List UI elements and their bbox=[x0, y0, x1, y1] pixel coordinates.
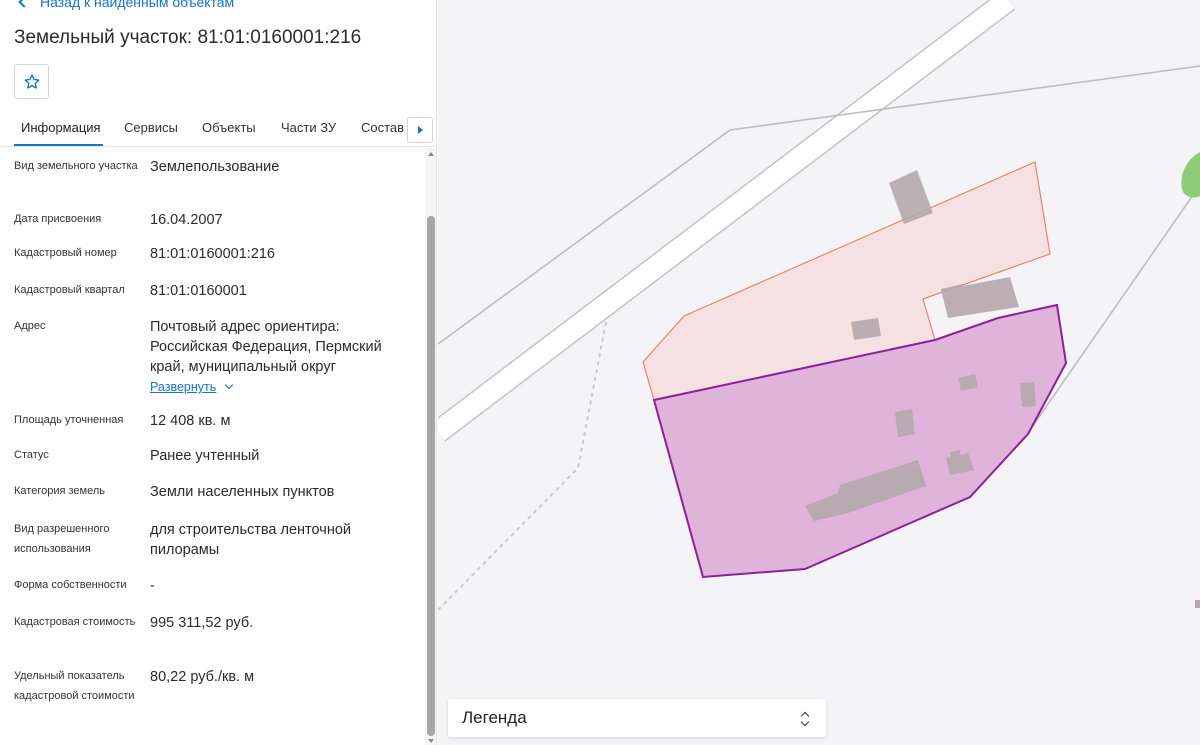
chevron-down-icon bbox=[225, 380, 234, 390]
active-tab-indicator bbox=[14, 144, 103, 146]
tab-information[interactable]: Информация bbox=[21, 120, 101, 135]
scrollbar-thumb[interactable] bbox=[427, 216, 435, 736]
field-label: Форма собственности bbox=[14, 579, 127, 591]
field-value: 12 408 кв. м bbox=[150, 413, 231, 429]
info-scrollbar[interactable] bbox=[425, 148, 436, 745]
field-label: Дата присвоения bbox=[14, 213, 102, 225]
page-title: Земельный участок: 81:01:0160001:216 bbox=[14, 27, 362, 48]
field-value: 81:01:0160001 bbox=[150, 283, 247, 299]
field-label: Кадастровый квартал bbox=[14, 284, 125, 296]
tab-bar: Информация Сервисы Объекты Части ЗУ Сост… bbox=[0, 112, 436, 147]
scroll-down-icon[interactable] bbox=[428, 739, 434, 743]
field-value: для строительства ленточной пилорамы bbox=[150, 522, 352, 558]
field-label: Адрес bbox=[14, 320, 46, 332]
field-value: Почтовый адрес ориентира: Российская Фед… bbox=[150, 317, 415, 397]
field-value: 80,22 руб./кв. м bbox=[150, 669, 255, 685]
field-label: Вид разрешенного использования bbox=[14, 523, 110, 555]
address-text: Почтовый адрес ориентира: Российская Фед… bbox=[150, 319, 382, 375]
field-value: 81:01:0160001:216 bbox=[150, 246, 275, 262]
map-canvas[interactable] bbox=[438, 0, 1200, 745]
tab-parts[interactable]: Части ЗУ bbox=[281, 120, 336, 135]
field-label: Вид земельного участка bbox=[14, 160, 138, 172]
field-label: Площадь уточненная bbox=[14, 414, 124, 426]
arrow-right-icon bbox=[417, 126, 423, 134]
back-link-label: Назад к найденным объектам bbox=[40, 0, 235, 10]
star-icon bbox=[24, 73, 39, 89]
legend-dropdown[interactable]: Легенда bbox=[448, 699, 826, 737]
tab-services[interactable]: Сервисы bbox=[124, 120, 178, 135]
tab-objects[interactable]: Объекты bbox=[202, 120, 256, 135]
field-label: Статус bbox=[14, 449, 49, 461]
favorite-button[interactable] bbox=[14, 64, 49, 99]
field-value: Ранее учтенный bbox=[150, 448, 260, 464]
legend-label: Легенда bbox=[462, 708, 527, 727]
sort-toggle-icon bbox=[800, 711, 810, 727]
expand-address-link[interactable]: Развернуть bbox=[150, 377, 234, 397]
back-to-results-link[interactable]: Назад к найденным объектам bbox=[16, 0, 234, 12]
field-value: - bbox=[150, 578, 155, 594]
map-marker bbox=[1195, 600, 1200, 608]
field-value: Земли населенных пунктов bbox=[150, 484, 335, 500]
field-value: 16.04.2007 bbox=[150, 212, 223, 228]
field-label: Категория земель bbox=[14, 485, 105, 497]
field-value: 995 311,52 руб. bbox=[150, 615, 254, 631]
tab-composition[interactable]: Состав bbox=[361, 120, 404, 135]
tabs-scroll-right-button[interactable] bbox=[407, 117, 433, 143]
scroll-up-icon[interactable] bbox=[428, 152, 434, 156]
green-area bbox=[1181, 152, 1200, 198]
chevron-left-icon bbox=[18, 0, 30, 8]
field-value: Землепользование bbox=[150, 159, 280, 175]
field-label: Кадастровая стоимость bbox=[14, 616, 136, 628]
info-panel: Назад к найденным объектам Земельный уча… bbox=[0, 0, 437, 745]
field-label: Удельный показатель кадастровой стоимост… bbox=[14, 670, 135, 702]
attributes-list: Вид земельного участка Землепользование … bbox=[0, 148, 425, 745]
expand-label: Развернуть bbox=[150, 380, 217, 394]
map-view[interactable] bbox=[438, 0, 1200, 745]
field-label: Кадастровый номер bbox=[14, 247, 117, 259]
